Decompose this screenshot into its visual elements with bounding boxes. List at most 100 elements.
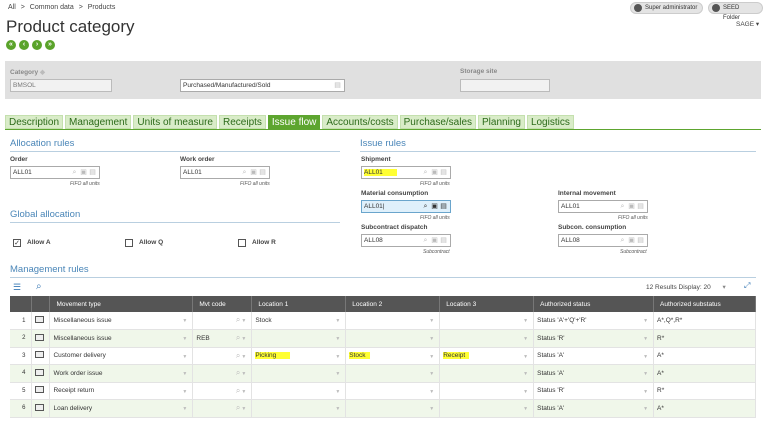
chevron-down-icon[interactable]: ▼ [643,389,648,395]
detail-icon[interactable]: ▤ [636,236,645,245]
row-detail-icon[interactable] [31,399,51,418]
authorized-status-cell[interactable]: Status 'R' ▼ [533,382,655,400]
tab-logistics[interactable]: Logistics [526,115,574,129]
lookup-icon[interactable]: ▣ [627,236,636,245]
location-2-cell[interactable]: ▼ [345,382,441,400]
chevron-down-icon[interactable]: ▼ [643,371,648,377]
chevron-down-icon[interactable]: ▼ [335,318,340,324]
authorized-status-cell[interactable]: Status 'A'+'Q'+'R' ▼ [533,312,655,330]
shipment-field[interactable]: ALL01 ⌕ ▣ ▤ [361,166,451,179]
movement-type-cell[interactable]: Customer delivery ▼ [49,347,194,365]
tab-accounts-costs[interactable]: Accounts/costs [322,115,398,129]
tab-description[interactable]: Description [5,115,64,129]
mvt-code-cell[interactable]: ⌕ ▼ [192,347,253,365]
grid-search-icon[interactable]: ⌕ [36,281,42,292]
chevron-down-icon[interactable]: ▼ [182,354,187,360]
chevron-down-icon[interactable]: ▼ [182,371,187,377]
row-detail-icon[interactable] [31,312,51,330]
column-header[interactable]: Location 3 [439,296,535,312]
chevron-down-icon[interactable]: ▼ [523,354,528,360]
tab-planning[interactable]: Planning [478,115,525,129]
chevron-down-icon[interactable]: ▼ [335,389,340,395]
chevron-down-icon[interactable]: ▼ [182,318,187,324]
location-3-cell[interactable]: ▼ [439,312,535,330]
location-2-cell[interactable]: ▼ [345,312,441,330]
authorized-status-cell[interactable]: Status 'A' ▼ [533,399,655,418]
subcontract-dispatch-field[interactable]: ALL08 ⌕ ▣ ▤ [361,234,451,247]
tab-units-of-measure[interactable]: Units of measure [133,115,217,129]
chevron-down-icon[interactable]: ▼ [241,406,246,412]
chevron-down-icon[interactable]: ▼ [429,336,434,342]
location-3-cell[interactable]: ▼ [439,382,535,400]
chevron-down-icon[interactable]: ▼ [523,406,528,412]
row-detail-icon[interactable] [31,329,51,348]
location-1-cell[interactable]: ▼ [251,399,347,418]
chevron-down-icon[interactable]: ▼ [335,371,340,377]
subcon-consumption-field[interactable]: ALL08 ⌕ ▣ ▤ [558,234,648,247]
location-3-cell[interactable]: Receipt ▼ [439,347,535,365]
search-icon[interactable]: ⌕ [236,386,240,396]
mvt-code-cell[interactable]: ⌕ ▼ [192,399,253,418]
search-icon[interactable]: ⌕ [421,168,430,177]
chevron-down-icon[interactable]: ▾ [723,284,726,291]
last-record-icon[interactable]: » [45,40,55,50]
chevron-down-icon[interactable]: ▼ [429,371,434,377]
search-icon[interactable]: ⌕ [236,403,240,413]
chevron-down-icon[interactable]: ▼ [335,336,340,342]
lookup-icon[interactable]: ▣ [430,168,439,177]
material-consumption-field[interactable]: ALL01| ⌕ ▣ ▤ [361,200,451,213]
previous-record-icon[interactable]: ‹ [19,40,29,50]
column-header[interactable]: Mvt code [192,296,253,312]
chevron-down-icon[interactable]: ▼ [523,371,528,377]
chevron-down-icon[interactable]: ▼ [241,371,246,377]
tab-purchase-sales[interactable]: Purchase/sales [399,115,477,129]
allow-q-checkbox[interactable] [125,239,133,247]
table-row[interactable]: 1 Miscellaneous issue ▼ ⌕ ▼ Stock ▼ ▼ ▼ Sta… [10,312,756,330]
detail-icon[interactable]: ▤ [439,236,448,245]
chevron-down-icon[interactable]: ▼ [429,318,434,324]
table-row[interactable]: 3 Customer delivery ▼ ⌕ ▼ Picking ▼ Stock ▼ … [10,347,756,365]
authorized-status-cell[interactable]: Status 'A' ▼ [533,347,655,365]
search-icon[interactable]: ⌕ [421,236,430,245]
chevron-down-icon[interactable]: ▼ [241,389,246,395]
location-2-cell[interactable]: ▼ [345,399,441,418]
mvt-code-cell[interactable]: ⌕ ▼ [192,364,253,383]
detail-icon[interactable]: ▤ [439,168,448,177]
allow-r-checkbox[interactable] [238,239,246,247]
movement-type-cell[interactable]: Miscellaneous issue ▼ [49,312,194,330]
location-2-cell[interactable]: ▼ [345,364,441,383]
chevron-down-icon[interactable]: ▼ [429,389,434,395]
chevron-down-icon[interactable]: ▼ [182,389,187,395]
chevron-down-icon[interactable]: ▼ [523,336,528,342]
internal-movement-field[interactable]: ALL01 ⌕ ▣ ▤ [558,200,648,213]
search-icon[interactable]: ⌕ [240,168,249,177]
table-row[interactable]: 5 Receipt return ▼ ⌕ ▼ ▼ ▼ ▼ Status 'R' ▼ R… [10,382,756,400]
chevron-down-icon[interactable]: ▼ [241,336,246,342]
column-header[interactable]: Authorized substatus [653,296,756,312]
location-1-cell[interactable]: ▼ [251,329,347,348]
mvt-code-cell[interactable]: ⌕ ▼ [192,312,253,330]
breadcrumb-common-data[interactable]: Common data [30,4,74,11]
search-icon[interactable]: ⌕ [236,333,240,343]
chevron-down-icon[interactable]: ▼ [643,336,648,342]
chevron-down-icon[interactable]: ▼ [429,354,434,360]
column-header[interactable]: Authorized status [533,296,655,312]
search-icon[interactable]: ⌕ [236,351,240,361]
search-icon[interactable]: ⌕ [618,202,627,211]
search-icon[interactable]: ⌕ [236,315,240,325]
location-1-cell[interactable]: ▼ [251,382,347,400]
search-icon[interactable]: ⌕ [421,202,430,211]
display-count-select[interactable]: 20 [703,284,710,291]
chevron-down-icon[interactable]: ▼ [523,389,528,395]
location-3-cell[interactable]: ▼ [439,364,535,383]
search-icon[interactable]: ⌕ [236,368,240,378]
chevron-down-icon[interactable]: ▼ [241,318,246,324]
table-row[interactable]: 6 Loan delivery ▼ ⌕ ▼ ▼ ▼ ▼ Status 'A' ▼ A* [10,399,756,418]
chevron-down-icon[interactable]: ▼ [182,406,187,412]
location-1-cell[interactable]: Stock ▼ [251,312,347,330]
authorized-substatus-cell[interactable]: A* [653,399,756,418]
location-3-cell[interactable]: ▼ [439,329,535,348]
column-header[interactable]: Location 2 [345,296,441,312]
breadcrumb-root[interactable]: All [8,4,16,11]
detail-icon[interactable]: ▤ [439,202,448,211]
